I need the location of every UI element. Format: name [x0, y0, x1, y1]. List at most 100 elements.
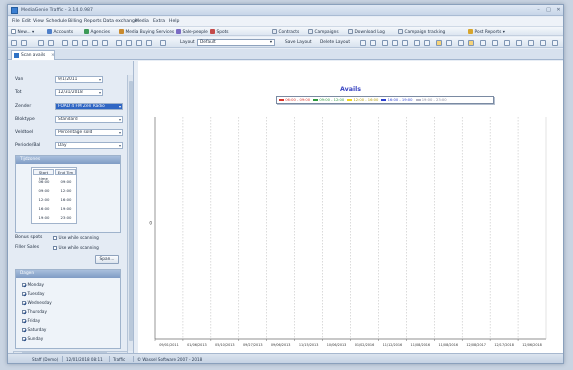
- day-checkbox-sunday[interactable]: Sunday: [22, 336, 43, 341]
- salespeople-button[interactable]: Sale-people: [176, 29, 208, 35]
- menu-file[interactable]: File: [12, 19, 20, 24]
- day-checkbox-friday[interactable]: Friday: [22, 318, 40, 323]
- tab-close-icon[interactable]: ×: [51, 51, 55, 60]
- table-cell[interactable]: 06:00: [34, 179, 54, 184]
- align-center-icon[interactable]: [392, 39, 398, 46]
- x-tick-label: 01/06/2013: [187, 343, 207, 347]
- print-icon[interactable]: [11, 39, 17, 46]
- layout-select[interactable]: Default ▾: [197, 39, 275, 46]
- bonus-spots-checkbox[interactable]: Use while scanning: [53, 235, 99, 240]
- copy-icon[interactable]: [126, 39, 132, 46]
- minimize-icon[interactable]: –: [534, 7, 543, 14]
- end-time-column[interactable]: End Tim: [55, 169, 76, 175]
- paste-icon[interactable]: [136, 39, 142, 46]
- agencies-button[interactable]: Agencies: [84, 29, 110, 35]
- maximize-icon[interactable]: □: [544, 7, 553, 14]
- new-button[interactable]: New... ▾: [11, 29, 34, 35]
- menu-data-exchange[interactable]: Data exchange: [103, 19, 138, 24]
- menu-extra[interactable]: Extra: [153, 19, 165, 24]
- bold-icon[interactable]: [414, 39, 420, 46]
- table-cell[interactable]: 16:00: [34, 206, 54, 211]
- campaigns-button[interactable]: Campaigns: [308, 29, 339, 35]
- color-icon[interactable]: [446, 39, 452, 46]
- border-icon[interactable]: [458, 39, 464, 46]
- day-checkbox-monday[interactable]: Monday: [22, 282, 44, 287]
- accounts-button[interactable]: Accounts: [47, 29, 73, 35]
- grid-icon[interactable]: [62, 39, 68, 46]
- start-time-column[interactable]: Start time: [33, 169, 54, 181]
- day-checkbox-wednesday[interactable]: Wednesday: [22, 300, 52, 305]
- settings-icon[interactable]: [492, 39, 498, 46]
- table-cell[interactable]: 12:00: [34, 197, 54, 202]
- x-tick-label: 11/12/2016: [383, 343, 403, 347]
- table-cell[interactable]: 23:00: [56, 215, 76, 220]
- day-checkbox-tuesday[interactable]: Tuesday: [22, 291, 45, 296]
- table-cell[interactable]: 19:00: [34, 215, 54, 220]
- spots-icon: [210, 29, 215, 34]
- contracts-button[interactable]: Contracts: [272, 29, 299, 35]
- highlight-icon[interactable]: [436, 39, 442, 46]
- scan-button[interactable]: Span...: [95, 255, 119, 264]
- menu-help[interactable]: Help: [169, 19, 179, 24]
- menu-schedule[interactable]: Schedule: [46, 19, 67, 24]
- save-layout-button[interactable]: Save Layout: [285, 40, 312, 45]
- table-icon[interactable]: [72, 39, 78, 46]
- van-date-picker[interactable]: 9/1/2011 ▾: [55, 76, 103, 83]
- tab-scan-avails[interactable]: Scan avails ×: [11, 50, 55, 60]
- post-reports-button[interactable]: Post Reports ▾: [468, 29, 505, 35]
- timezones-table[interactable]: Start time End Tim 06:00 09:00 09:00 12:…: [31, 167, 77, 224]
- close-icon[interactable]: ✕: [554, 7, 563, 14]
- tot-date-picker[interactable]: 12/31/2018 ▾: [55, 89, 103, 96]
- export-icon[interactable]: [21, 39, 27, 46]
- campaign-tracking-button[interactable]: Campaign tracking: [398, 29, 445, 35]
- chart-icon[interactable]: [116, 39, 122, 46]
- more-icon[interactable]: [552, 39, 558, 46]
- spots-button[interactable]: Spots: [210, 29, 229, 35]
- refresh-icon[interactable]: [160, 39, 166, 46]
- filter-icon[interactable]: [92, 39, 98, 46]
- table-cell[interactable]: 09:00: [56, 179, 76, 184]
- bloktype-select[interactable]: Standard ▾: [55, 116, 123, 123]
- media-buying-button[interactable]: Media Buying Services: [119, 29, 174, 35]
- title-bar[interactable]: MediaGenie Traffic - 3.14.0.987 – □ ✕: [8, 5, 563, 16]
- lock-icon[interactable]: [528, 39, 534, 46]
- zender-label: Zender: [15, 104, 32, 109]
- filler-sales-checkbox[interactable]: Use while scanning: [53, 245, 99, 250]
- help-icon[interactable]: [504, 39, 510, 46]
- status-user: Staff (Demo): [32, 356, 59, 362]
- info-icon[interactable]: [516, 39, 522, 46]
- periode-select[interactable]: Day ▾: [55, 142, 123, 149]
- day-checkbox-saturday[interactable]: Saturday: [22, 327, 46, 332]
- download-log-button[interactable]: Download Log: [348, 29, 385, 35]
- table-cell[interactable]: 09:00: [34, 188, 54, 193]
- menu-billing[interactable]: Billing: [68, 19, 82, 24]
- menu-edit[interactable]: Edit: [22, 19, 31, 24]
- merge-icon[interactable]: [480, 39, 486, 46]
- list-icon[interactable]: [82, 39, 88, 46]
- undo-icon[interactable]: [38, 39, 44, 46]
- zoom-out-icon[interactable]: [370, 39, 376, 46]
- x-tick-label: 11/08/2016: [438, 343, 458, 347]
- table-cell[interactable]: 19:00: [56, 206, 76, 211]
- table-cell[interactable]: 16:00: [56, 197, 76, 202]
- panel-vertical-scrollbar[interactable]: [127, 75, 133, 351]
- fill-icon[interactable]: [468, 39, 474, 46]
- italic-icon[interactable]: [424, 39, 430, 46]
- zoom-in-icon[interactable]: [360, 39, 366, 46]
- pin-icon[interactable]: [540, 39, 546, 46]
- scrollbar-thumb[interactable]: [129, 81, 133, 341]
- menu-reports[interactable]: Reports: [84, 19, 102, 24]
- redo-icon[interactable]: [48, 39, 54, 46]
- veldtoel-select[interactable]: Percentage sold ▾: [55, 129, 123, 136]
- zender-select[interactable]: FOAD 4 FM Zen Radio ▾: [55, 103, 123, 110]
- menu-view[interactable]: View: [33, 19, 44, 24]
- day-checkbox-thursday[interactable]: Thursday: [22, 309, 47, 314]
- align-left-icon[interactable]: [382, 39, 388, 46]
- secondary-toolbar: Layout Default ▾ Save Layout Delete Layou…: [8, 37, 563, 48]
- delete-layout-button[interactable]: Delete Layout: [320, 40, 350, 45]
- menu-media[interactable]: Media: [135, 19, 149, 24]
- find-icon[interactable]: [146, 39, 152, 46]
- align-right-icon[interactable]: [402, 39, 408, 46]
- sort-icon[interactable]: [102, 39, 108, 46]
- table-cell[interactable]: 12:00: [56, 188, 76, 193]
